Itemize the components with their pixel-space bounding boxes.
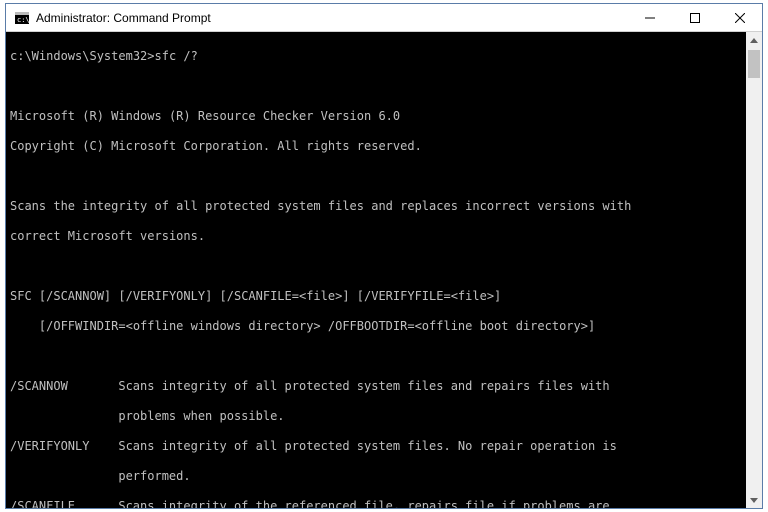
- usage-line: [/OFFWINDIR=<offline windows directory> …: [10, 319, 742, 334]
- window-controls: [627, 4, 762, 31]
- command: sfc /?: [155, 49, 198, 63]
- console-area: c:\Windows\System32>sfc /? Microsoft (R)…: [6, 32, 762, 508]
- option-desc: performed.: [118, 469, 190, 484]
- scroll-down-button[interactable]: [746, 492, 762, 508]
- option-row: /VERIFYONLYScans integrity of all protec…: [10, 439, 742, 454]
- console-output[interactable]: c:\Windows\System32>sfc /? Microsoft (R)…: [6, 32, 746, 508]
- command-prompt-window: c:\ Administrator: Command Prompt c:\Win…: [5, 3, 763, 509]
- option-row: /SCANFILEScans integrity of the referenc…: [10, 499, 742, 508]
- option-name: /SCANFILE: [10, 499, 118, 508]
- output-line: Scans the integrity of all protected sys…: [10, 199, 742, 214]
- usage-line: SFC [/SCANNOW] [/VERIFYONLY] [/SCANFILE=…: [10, 289, 742, 304]
- window-title: Administrator: Command Prompt: [36, 11, 627, 25]
- option-row: performed.: [10, 469, 742, 484]
- option-name: /SCANNOW: [10, 379, 118, 394]
- blank-line: [10, 79, 742, 94]
- blank-line: [10, 169, 742, 184]
- option-row: /SCANNOWScans integrity of all protected…: [10, 379, 742, 394]
- titlebar[interactable]: c:\ Administrator: Command Prompt: [6, 4, 762, 32]
- maximize-button[interactable]: [672, 4, 717, 31]
- prompt-line: c:\Windows\System32>sfc /?: [10, 49, 742, 64]
- option-desc: problems when possible.: [118, 409, 284, 424]
- prompt: c:\Windows\System32>: [10, 49, 155, 63]
- cmd-icon: c:\: [14, 10, 30, 26]
- close-button[interactable]: [717, 4, 762, 31]
- option-name: [10, 409, 118, 424]
- scroll-up-button[interactable]: [746, 32, 762, 48]
- vertical-scrollbar[interactable]: [746, 32, 762, 508]
- blank-line: [10, 349, 742, 364]
- svg-text:c:\: c:\: [17, 16, 29, 24]
- scrollbar-thumb[interactable]: [748, 50, 760, 78]
- minimize-button[interactable]: [627, 4, 672, 31]
- output-line: correct Microsoft versions.: [10, 229, 742, 244]
- option-desc: Scans integrity of the referenced file, …: [118, 499, 609, 508]
- option-desc: Scans integrity of all protected system …: [118, 439, 617, 454]
- option-name: [10, 469, 118, 484]
- option-name: /VERIFYONLY: [10, 439, 118, 454]
- option-desc: Scans integrity of all protected system …: [118, 379, 609, 394]
- output-line: Microsoft (R) Windows (R) Resource Check…: [10, 109, 742, 124]
- output-line: Copyright (C) Microsoft Corporation. All…: [10, 139, 742, 154]
- option-row: problems when possible.: [10, 409, 742, 424]
- blank-line: [10, 259, 742, 274]
